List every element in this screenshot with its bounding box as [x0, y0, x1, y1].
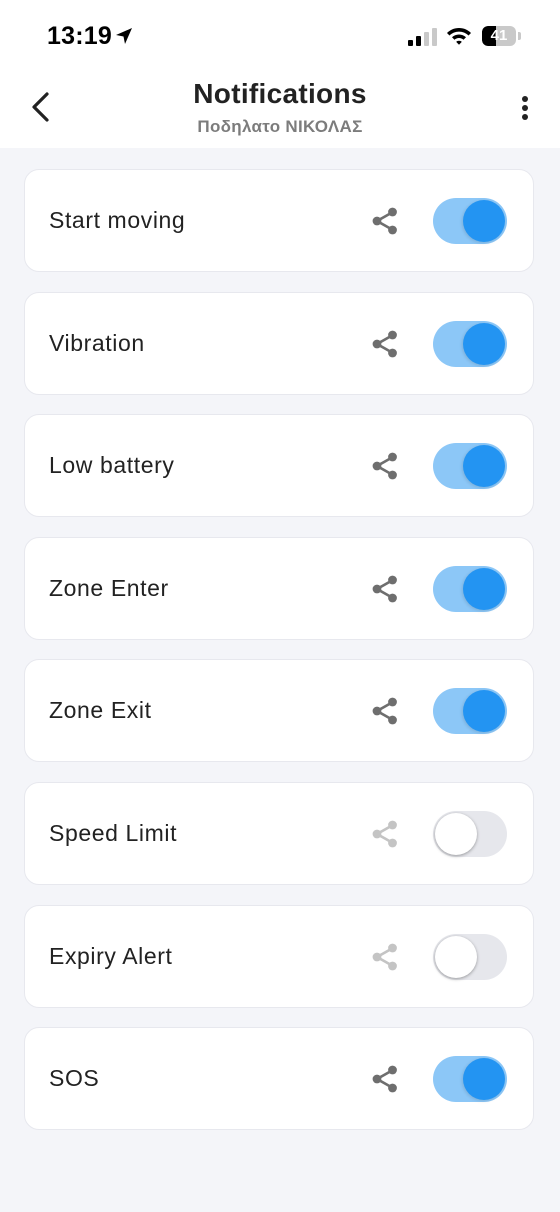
battery-tip — [518, 32, 521, 40]
toggle-knob — [463, 200, 505, 242]
notification-toggle[interactable] — [433, 198, 507, 244]
notification-toggle[interactable] — [433, 688, 507, 735]
share-icon — [372, 207, 397, 235]
notification-label: SOS — [49, 1065, 100, 1092]
notification-label: Speed Limit — [49, 819, 178, 846]
status-bar: 13:19 41 — [0, 0, 560, 72]
share-button[interactable] — [369, 695, 401, 727]
notification-label: Zone Enter — [49, 574, 169, 601]
toggle-knob — [463, 567, 505, 610]
menu-dot — [522, 96, 528, 102]
battery-level: 41 — [490, 27, 508, 44]
share-icon — [372, 330, 397, 357]
notification-label: Expiry Alert — [49, 942, 173, 969]
location-arrow-icon — [116, 28, 132, 44]
toggle-knob — [463, 322, 505, 365]
notification-card: Zone Enter — [24, 536, 534, 640]
toggle-knob — [435, 812, 477, 855]
share-button[interactable] — [369, 205, 401, 237]
share-button[interactable] — [369, 818, 401, 850]
share-button[interactable] — [369, 450, 401, 482]
share-button[interactable] — [369, 1063, 401, 1095]
page-title: Notifications — [193, 78, 367, 109]
share-button[interactable] — [369, 941, 401, 973]
notification-card: SOS — [24, 1027, 534, 1131]
notification-label: Zone Exit — [49, 697, 152, 724]
notification-list: Start moving Vibration Low battery Zone … — [24, 169, 536, 1150]
notification-toggle[interactable] — [433, 320, 507, 367]
page-subtitle: Ποδηλατο ΝΙΚΟΛΑΣ — [197, 117, 363, 136]
toggle-knob — [463, 690, 505, 733]
battery-body: 41 — [482, 26, 516, 46]
share-icon — [372, 1065, 397, 1093]
share-icon — [372, 452, 397, 480]
notification-card: Expiry Alert — [24, 904, 534, 1008]
notification-toggle[interactable] — [433, 810, 507, 857]
notification-card: Speed Limit — [24, 781, 534, 885]
notification-label: Start moving — [49, 207, 186, 233]
notification-toggle[interactable] — [433, 933, 507, 980]
share-icon — [372, 820, 397, 848]
notification-card: Vibration — [24, 291, 534, 395]
menu-dot — [522, 114, 528, 120]
share-icon — [372, 943, 397, 970]
notification-label: Low battery — [49, 452, 175, 479]
more-menu-button[interactable] — [508, 88, 542, 128]
notification-card: Low battery — [24, 414, 534, 518]
battery-icon: 41 — [482, 26, 522, 46]
share-button[interactable] — [369, 328, 401, 360]
wifi-icon — [447, 28, 471, 45]
notification-toggle[interactable] — [433, 443, 507, 490]
notification-toggle[interactable] — [433, 1056, 507, 1103]
share-button[interactable] — [369, 573, 401, 605]
notification-toggle[interactable] — [433, 565, 507, 612]
top-area: 13:19 41 Notifications Ποδηλατο ΝΙΚΟΛΑΣ — [0, 0, 560, 148]
share-icon — [372, 575, 397, 603]
toggle-knob — [435, 935, 477, 978]
share-icon — [372, 697, 397, 725]
menu-dot — [522, 105, 528, 111]
notification-label: Vibration — [49, 329, 145, 356]
notification-card: Zone Exit — [24, 659, 534, 763]
toggle-knob — [463, 1058, 505, 1101]
cellular-signal-icon — [408, 28, 437, 46]
status-time: 13:19 — [47, 22, 112, 50]
toggle-knob — [463, 445, 505, 488]
notification-card: Start moving — [24, 169, 534, 272]
